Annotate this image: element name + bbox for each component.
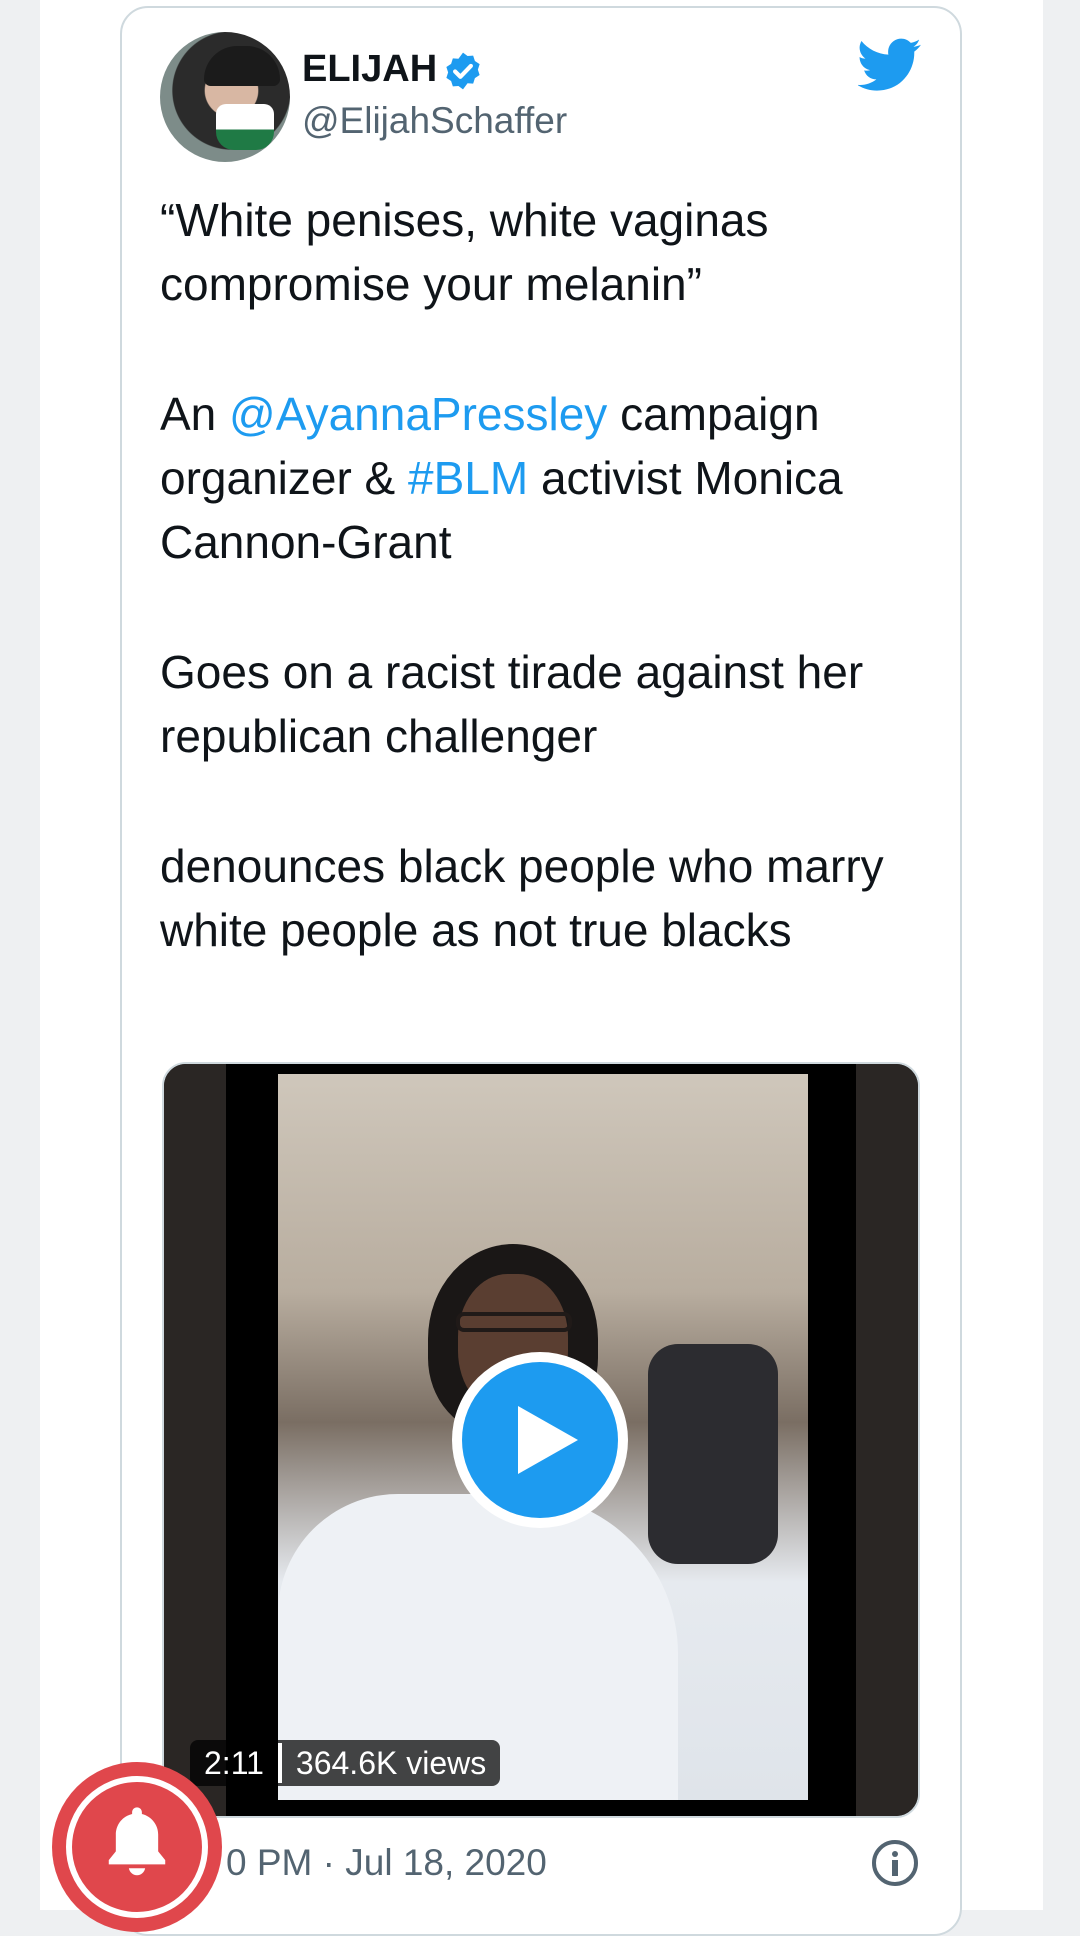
info-icon[interactable] [872,1840,918,1886]
thumbnail-glasses [456,1312,572,1332]
avatar[interactable] [160,32,290,162]
twitter-bird-icon[interactable] [858,38,922,92]
play-button-circle [462,1362,618,1518]
play-button[interactable] [452,1352,628,1528]
tweet-paragraph: denounces black people who marry white p… [160,834,940,962]
tweet-text: “White penises, white vaginas compromise… [160,188,940,962]
tweet-text-run: Goes on a racist tirade against her repu… [160,646,864,762]
video-duration: 2:11 [204,1744,264,1781]
video-letterbox-right [856,1064,918,1816]
video-meta-divider [277,1743,282,1783]
thumbnail-car-seat [648,1344,778,1564]
bell-icon [108,1807,166,1876]
tweet-paragraph: An @AyannaPressley campaign organizer & … [160,382,940,574]
video-views: 364.6K views [295,1744,487,1781]
avatar-mask [216,104,274,150]
notification-button[interactable] [52,1762,222,1932]
author-name[interactable]: ELIJAH [302,48,437,91]
tweet-paragraph: Goes on a racist tirade against her repu… [160,640,940,768]
hashtag-link[interactable]: #BLM [408,452,528,504]
video-meta-badge: 2:11 364.6K views [190,1740,501,1786]
author-handle[interactable]: @ElijahSchaffer [302,100,567,142]
avatar-cap [204,46,280,86]
verified-badge-icon [446,52,480,90]
tweet-timestamp[interactable]: 0 PM · Jul 18, 2020 [226,1842,547,1884]
tweet-text-run: denounces black people who marry white p… [160,840,884,956]
mention-link[interactable]: @AyannaPressley [229,388,607,440]
tweet-paragraph: “White penises, white vaginas compromise… [160,188,940,316]
play-icon [518,1406,578,1474]
tweet-text-run: An [160,388,230,440]
video-letterbox-left [164,1064,226,1816]
tweet-text-run: “White penises, white vaginas compromise… [160,194,769,310]
